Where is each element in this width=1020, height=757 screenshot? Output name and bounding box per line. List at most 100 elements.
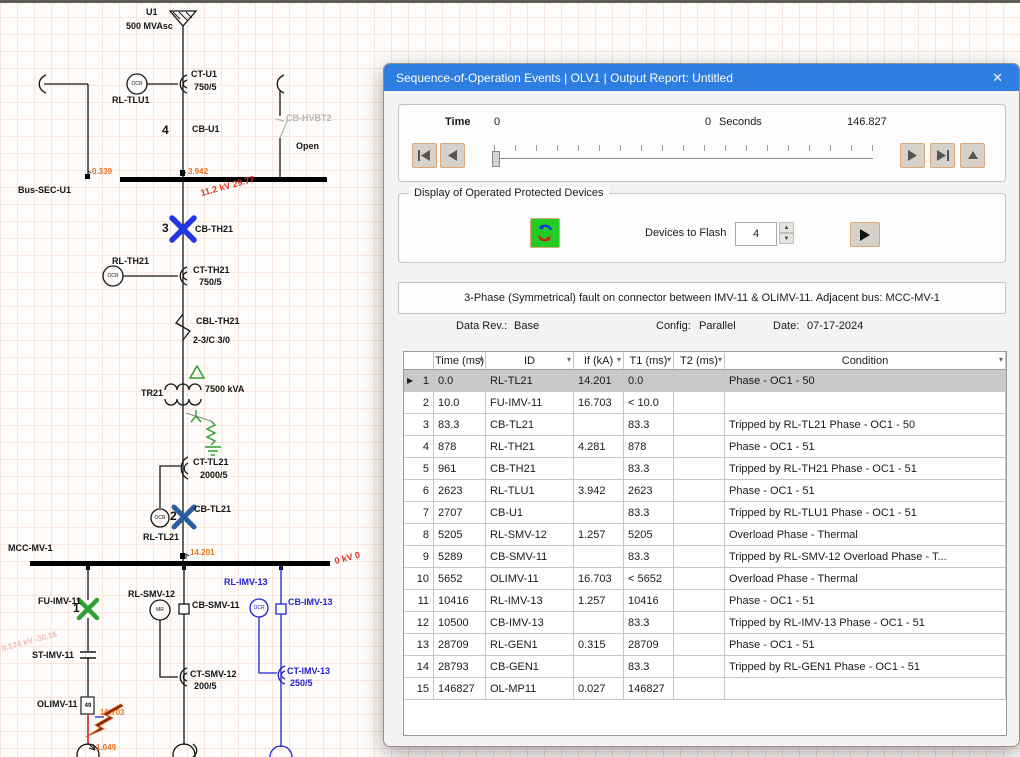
motor-smv-symbol[interactable] (173, 744, 195, 757)
t1-cell: 10416 (624, 590, 674, 612)
ct-tl21-ratio-label: 2000/5 (200, 470, 228, 480)
skip-to-end-button[interactable] (930, 143, 955, 168)
date-label: Date: (773, 320, 799, 332)
condition-cell: Tripped by RL-TH21 Phase - OC1 - 51 (725, 458, 1006, 480)
time-cell: 83.3 (434, 414, 486, 436)
rl-tl21-label: RL-TL21 (143, 532, 179, 542)
time-slider-thumb[interactable] (492, 151, 500, 167)
event-row[interactable]: 1428793CB-GEN183.3Tripped by RL-GEN1 Pha… (404, 656, 1006, 678)
sequence-of-operation-dialog: Sequence-of-Operation Events | OLV1 | Ou… (383, 63, 1020, 747)
sort-arrow-icon[interactable]: ▾ (567, 355, 571, 364)
st-imv11-symbol[interactable] (80, 652, 96, 658)
col-condition-header[interactable]: Condition▾ (725, 352, 1006, 370)
sort-arrow-icon[interactable]: ▾ (617, 355, 621, 364)
id-cell: RL-TL21 (486, 370, 574, 392)
cb-u1-label: CB-U1 (192, 124, 220, 134)
top-window-edge (0, 0, 1020, 3)
cb-smv11-label: CB-SMV-11 (192, 600, 240, 610)
branch-current-value: 0.339 (92, 167, 112, 176)
row-number: 1▶ (404, 370, 434, 392)
time-unit-label: Seconds (719, 116, 762, 128)
close-icon[interactable]: ✕ (988, 70, 1007, 86)
cb-imv13-symbol[interactable] (276, 604, 286, 614)
col-t1-header[interactable]: T1 (ms)▾ (624, 352, 674, 370)
cbl-th21-label: CBL-TH21 (196, 316, 240, 326)
events-table-header: Time (ms)▾ ID▾ If (kA)▾ T1 (ms)▾ T2 (ms)… (404, 352, 1006, 370)
event-row[interactable]: 95289CB-SMV-1183.3Tripped by RL-SMV-12 O… (404, 546, 1006, 568)
flash-devices-button[interactable] (530, 218, 560, 248)
event-row[interactable]: 1328709RL-GEN10.31528709Phase - OC1 - 51 (404, 634, 1006, 656)
config-label: Config: (656, 320, 691, 332)
fu-imv11-symbol[interactable] (79, 600, 97, 618)
sort-arrow-icon[interactable]: ▾ (667, 355, 671, 364)
step-back-button[interactable] (440, 143, 465, 168)
event-row[interactable]: 1▶0.0RL-TL2114.2010.0Phase - OC1 - 50 (404, 370, 1006, 392)
condition-cell: Tripped by RL-TLU1 Phase - OC1 - 51 (725, 502, 1006, 524)
col-if-header[interactable]: If (kA)▾ (574, 352, 624, 370)
motor-current-value: 1.049 (96, 743, 116, 752)
t2-cell (674, 370, 725, 392)
ct-imv13-ratio-label: 250/5 (290, 678, 313, 688)
skip-to-start-button[interactable] (412, 143, 437, 168)
t1-cell: 83.3 (624, 612, 674, 634)
col-rownum-header (404, 352, 434, 370)
cb-tl21-symbol[interactable] (174, 507, 194, 527)
utility-source-u1-symbol[interactable] (170, 11, 196, 26)
event-row[interactable]: 210.0FU-IMV-1116.703< 10.0 (404, 392, 1006, 414)
t1-cell: 5205 (624, 524, 674, 546)
devices-to-flash-input[interactable]: 4 (735, 222, 777, 246)
sort-arrow-icon[interactable]: ▾ (718, 355, 722, 364)
event-row[interactable]: 5961CB-TH2183.3Tripped by RL-TH21 Phase … (404, 458, 1006, 480)
sort-arrow-icon[interactable]: ▾ (999, 355, 1003, 364)
selected-row-arrow-icon: ▶ (407, 376, 413, 385)
spinner-down-icon[interactable]: ▼ (779, 233, 794, 244)
time-cell: 2623 (434, 480, 486, 502)
cb-smv11-symbol[interactable] (179, 604, 189, 614)
mcc-mv-1-bar[interactable] (30, 561, 330, 566)
event-row[interactable]: 15146827OL-MP110.027146827 (404, 678, 1006, 700)
event-row[interactable]: 1110416RL-IMV-131.25710416Phase - OC1 - … (404, 590, 1006, 612)
step-forward-button[interactable] (900, 143, 925, 168)
id-cell: CB-U1 (486, 502, 574, 524)
event-row[interactable]: 4878RL-TH214.281878Phase - OC1 - 51 (404, 436, 1006, 458)
id-cell: CB-SMV-11 (486, 546, 574, 568)
event-row[interactable]: 105652OLIMV-1116.703< 5652Overload Phase… (404, 568, 1006, 590)
ct-u1-label: CT-U1 (191, 69, 217, 79)
cb-hvbt2-label: CB-HVBT2 (286, 113, 332, 123)
eject-button[interactable] (960, 143, 985, 168)
sort-arrow-icon[interactable]: ▾ (479, 355, 483, 364)
event-row[interactable]: 383.3CB-TL2183.3Tripped by RL-TL21 Phase… (404, 414, 1006, 436)
col-t2-header[interactable]: T2 (ms)▾ (674, 352, 725, 370)
col-time-header[interactable]: Time (ms)▾ (434, 352, 486, 370)
play-flash-button[interactable] (850, 222, 880, 247)
ct-th21-label: CT-TH21 (193, 265, 230, 275)
t1-cell: 83.3 (624, 458, 674, 480)
motor-imv13-symbol[interactable] (270, 746, 292, 757)
u1-rating-label: 500 MVAsc (126, 21, 173, 31)
spinner-up-icon[interactable]: ▲ (779, 222, 794, 233)
col-id-header[interactable]: ID▾ (486, 352, 574, 370)
delta-winding-icon (190, 366, 204, 378)
t2-cell (674, 656, 725, 678)
ct-tl21-symbol[interactable] (181, 457, 188, 479)
devices-to-flash-stepper[interactable]: ▲ ▼ (779, 222, 794, 244)
right-stub-connector (277, 75, 284, 93)
if-cell: 0.315 (574, 634, 624, 656)
rl-tl21-type: OCR (154, 515, 165, 521)
t2-cell (674, 612, 725, 634)
id-cell: CB-GEN1 (486, 656, 574, 678)
t2-cell (674, 546, 725, 568)
rl-th21-type: OCR (107, 273, 118, 279)
devices-to-flash-value: 4 (753, 228, 759, 240)
event-row[interactable]: 1210500CB-IMV-1383.3Tripped by RL-IMV-13… (404, 612, 1006, 634)
id-cell: CB-IMV-13 (486, 612, 574, 634)
event-row[interactable]: 62623RL-TLU13.9422623Phase - OC1 - 51 (404, 480, 1006, 502)
t2-cell (674, 458, 725, 480)
olimv11-label: OLIMV-11 (37, 699, 78, 709)
id-cell: OL-MP11 (486, 678, 574, 700)
time-slider-track[interactable] (494, 158, 873, 159)
tr21-rating-label: 7500 kVA (205, 384, 244, 394)
event-row[interactable]: 72707CB-U183.3Tripped by RL-TLU1 Phase -… (404, 502, 1006, 524)
dialog-titlebar[interactable]: Sequence-of-Operation Events | OLV1 | Ou… (384, 64, 1019, 91)
event-row[interactable]: 85205RL-SMV-121.2575205Overload Phase - … (404, 524, 1006, 546)
